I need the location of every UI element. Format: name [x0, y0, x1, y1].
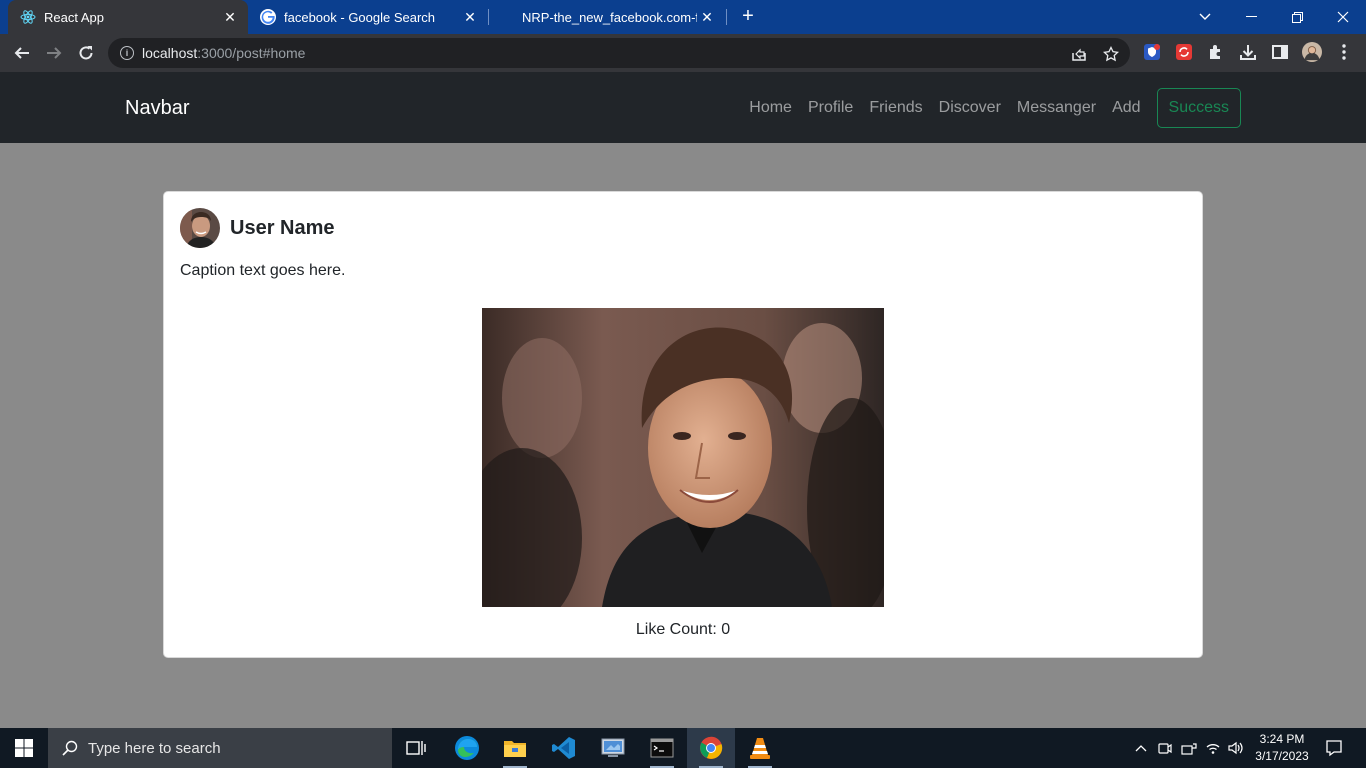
- taskbar-search[interactable]: Type here to search: [48, 728, 392, 768]
- chrome-icon[interactable]: [687, 728, 735, 768]
- post-card: User Name Caption text goes here. Like C…: [163, 191, 1203, 658]
- address-url: localhost:3000/post#home: [142, 45, 305, 61]
- tab-title: React App: [44, 9, 104, 25]
- address-bar[interactable]: i localhost:3000/post#home: [108, 38, 1130, 68]
- task-view-icon[interactable]: [392, 728, 440, 768]
- volume-icon[interactable]: [1227, 728, 1245, 768]
- extensions-puzzle-icon[interactable]: [1206, 42, 1226, 62]
- new-tab-button[interactable]: +: [737, 5, 759, 27]
- navbar-brand[interactable]: Navbar: [125, 97, 189, 120]
- user-name[interactable]: User Name: [230, 217, 335, 240]
- post-header: User Name: [180, 208, 335, 248]
- nav-link-friends[interactable]: Friends: [869, 99, 922, 117]
- navbar-links: Home Profile Friends Discover Messanger …: [749, 88, 1241, 128]
- search-icon: [62, 740, 78, 756]
- tab-title: NRP-the_new_facebook.com-final: [522, 9, 697, 25]
- notifications-icon[interactable]: [1320, 728, 1348, 768]
- vlc-icon[interactable]: [736, 728, 784, 768]
- post-caption: Caption text goes here.: [180, 262, 346, 279]
- reload-button[interactable]: [71, 38, 101, 68]
- extension-red-icon[interactable]: [1174, 42, 1194, 62]
- show-hidden-icons[interactable]: [1132, 728, 1150, 768]
- terminal-icon[interactable]: [638, 728, 686, 768]
- clock-time: 3:24 PM: [1259, 732, 1305, 746]
- profile-avatar-icon[interactable]: [1302, 42, 1322, 62]
- tab-google-search[interactable]: facebook - Google Search ✕: [248, 0, 488, 34]
- search-placeholder: Type here to search: [88, 739, 221, 757]
- browser-toolbar: i localhost:3000/post#home: [0, 34, 1366, 72]
- post-image: [482, 308, 884, 607]
- tab-title: facebook - Google Search: [284, 9, 436, 25]
- download-icon[interactable]: [1238, 42, 1258, 62]
- nav-link-discover[interactable]: Discover: [939, 99, 1001, 117]
- side-panel-icon[interactable]: [1270, 42, 1290, 62]
- nav-link-add[interactable]: Add: [1112, 99, 1140, 117]
- browser-tabstrip: React App ✕ facebook - Google Search ✕ N…: [0, 0, 1366, 34]
- bookmark-star-icon[interactable]: [1102, 45, 1120, 63]
- site-info-icon[interactable]: i: [120, 46, 134, 60]
- tab-close-icon[interactable]: ✕: [460, 7, 480, 27]
- windows-logo-icon: [15, 739, 33, 757]
- windows-taskbar: Type here to search 3:24 PM 3/17/2023: [0, 728, 1366, 768]
- file-explorer-icon[interactable]: [491, 728, 539, 768]
- address-host: localhost: [142, 45, 198, 61]
- react-icon: [20, 9, 36, 25]
- nav-link-messanger[interactable]: Messanger: [1017, 99, 1096, 117]
- clock-date: 3/17/2023: [1255, 749, 1309, 763]
- start-button[interactable]: [0, 728, 48, 768]
- user-avatar[interactable]: [180, 208, 220, 248]
- tab-search-icon[interactable]: [1182, 0, 1228, 34]
- edge-icon[interactable]: [443, 728, 491, 768]
- tab-nrp-facebook[interactable]: NRP-the_new_facebook.com-final ✕: [489, 0, 725, 34]
- tab-react-app[interactable]: React App ✕: [8, 0, 248, 34]
- site-navbar: Navbar Home Profile Friends Discover Mes…: [0, 72, 1366, 143]
- share-icon[interactable]: [1070, 45, 1088, 63]
- minimize-button[interactable]: [1228, 0, 1274, 34]
- tab-close-icon[interactable]: ✕: [697, 7, 717, 27]
- back-button[interactable]: [7, 38, 37, 68]
- meet-now-icon[interactable]: [1156, 728, 1174, 768]
- network-wired-icon[interactable]: [1180, 728, 1198, 768]
- nav-link-home[interactable]: Home: [749, 99, 792, 117]
- extension-shield-icon[interactable]: [1142, 42, 1162, 62]
- vscode-icon[interactable]: [540, 728, 588, 768]
- address-path: :3000/post#home: [197, 45, 306, 61]
- tab-close-icon[interactable]: ✕: [220, 7, 240, 27]
- close-window-button[interactable]: [1320, 0, 1366, 34]
- control-panel-icon[interactable]: [589, 728, 637, 768]
- forward-button[interactable]: [39, 38, 69, 68]
- success-button[interactable]: Success: [1156, 88, 1241, 128]
- google-icon: [260, 9, 276, 25]
- nav-link-profile[interactable]: Profile: [808, 99, 853, 117]
- browser-menu-icon[interactable]: [1334, 42, 1354, 62]
- taskbar-clock[interactable]: 3:24 PM 3/17/2023: [1250, 731, 1314, 765]
- like-count: Like Count: 0: [635, 621, 731, 638]
- wifi-icon[interactable]: [1204, 728, 1222, 768]
- tab-separator: [726, 9, 727, 25]
- restore-button[interactable]: [1274, 0, 1320, 34]
